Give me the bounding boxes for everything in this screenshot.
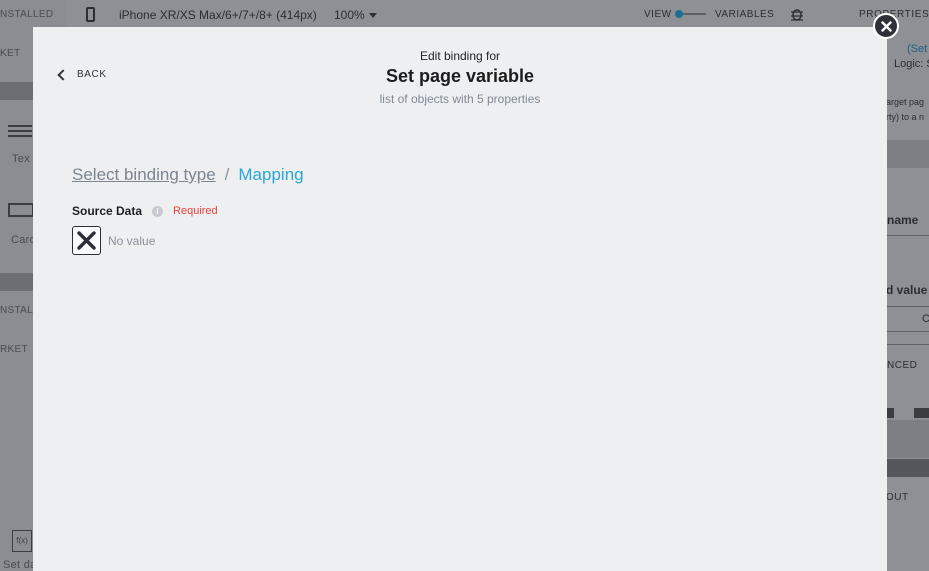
market-tab[interactable]: KET bbox=[0, 48, 20, 59]
panel-section bbox=[886, 420, 929, 458]
close-icon bbox=[77, 231, 96, 250]
close-icon bbox=[880, 20, 892, 32]
layout-section[interactable]: OUT bbox=[886, 492, 909, 503]
device-select[interactable]: iPhone XR/XS Max/6+/7+/8+ (414px) bbox=[119, 8, 317, 22]
edit-binding-modal: BACK Edit binding for Set page variable … bbox=[33, 27, 887, 571]
advanced-section[interactable]: NCED bbox=[887, 360, 917, 371]
card-component-icon bbox=[8, 203, 34, 217]
modal-close-button[interactable] bbox=[873, 13, 899, 39]
required-indicator: Required bbox=[173, 205, 218, 217]
c-label: C bbox=[922, 313, 929, 325]
breadcrumb-current: Mapping bbox=[238, 165, 304, 184]
page-subtitle: list of objects with 5 properties bbox=[379, 92, 541, 106]
trash-icon[interactable] bbox=[886, 408, 894, 418]
header-eyebrow: Edit binding for bbox=[419, 49, 501, 63]
text-component-icon bbox=[8, 125, 32, 141]
breadcrumb-link-binding-type[interactable]: Select binding type bbox=[72, 165, 216, 184]
logic-text: Logic: S bbox=[894, 58, 929, 70]
description-line-2: rty) to a n bbox=[886, 112, 925, 122]
breadcrumb: Select binding type / Mapping bbox=[72, 165, 304, 185]
installed-tab[interactable]: NSTALLED bbox=[0, 9, 53, 20]
zoom-label: 100% bbox=[334, 8, 365, 22]
clear-value-button[interactable] bbox=[72, 226, 101, 255]
market-tab-2[interactable]: RKET bbox=[0, 344, 28, 355]
source-data-value: No value bbox=[72, 226, 155, 255]
breadcrumb-separator: / bbox=[224, 165, 230, 184]
variables-label[interactable]: VARIABLES bbox=[715, 9, 774, 20]
phone-icon bbox=[86, 7, 95, 22]
field-label: Source Data bbox=[72, 204, 143, 218]
no-value-text: No value bbox=[108, 233, 156, 248]
divider bbox=[886, 344, 929, 345]
chevron-down-icon bbox=[368, 13, 377, 19]
panel-strip bbox=[886, 459, 929, 477]
divider bbox=[886, 235, 929, 236]
toggle-knob[interactable] bbox=[675, 10, 683, 18]
panel-divider bbox=[886, 140, 929, 168]
source-data-field: Source Data i Required bbox=[72, 204, 218, 218]
bug-icon[interactable] bbox=[790, 6, 804, 22]
modal-header: Edit binding for Set page variable list … bbox=[33, 49, 887, 106]
set-link[interactable]: (Set bbox=[907, 43, 927, 55]
view-label: VIEW bbox=[644, 9, 672, 20]
description-line-1: arget pag bbox=[886, 97, 925, 107]
value-label: d value bbox=[886, 283, 928, 297]
page-title: Set page variable bbox=[385, 66, 535, 86]
zoom-select[interactable]: 100% bbox=[334, 8, 377, 22]
info-icon[interactable]: i bbox=[152, 205, 164, 217]
search-icon[interactable] bbox=[914, 408, 929, 418]
name-label: name bbox=[887, 213, 919, 227]
text-component-label: Tex bbox=[12, 153, 31, 165]
function-icon: f(x) bbox=[12, 530, 32, 552]
setdata-label: Set da bbox=[3, 559, 37, 571]
